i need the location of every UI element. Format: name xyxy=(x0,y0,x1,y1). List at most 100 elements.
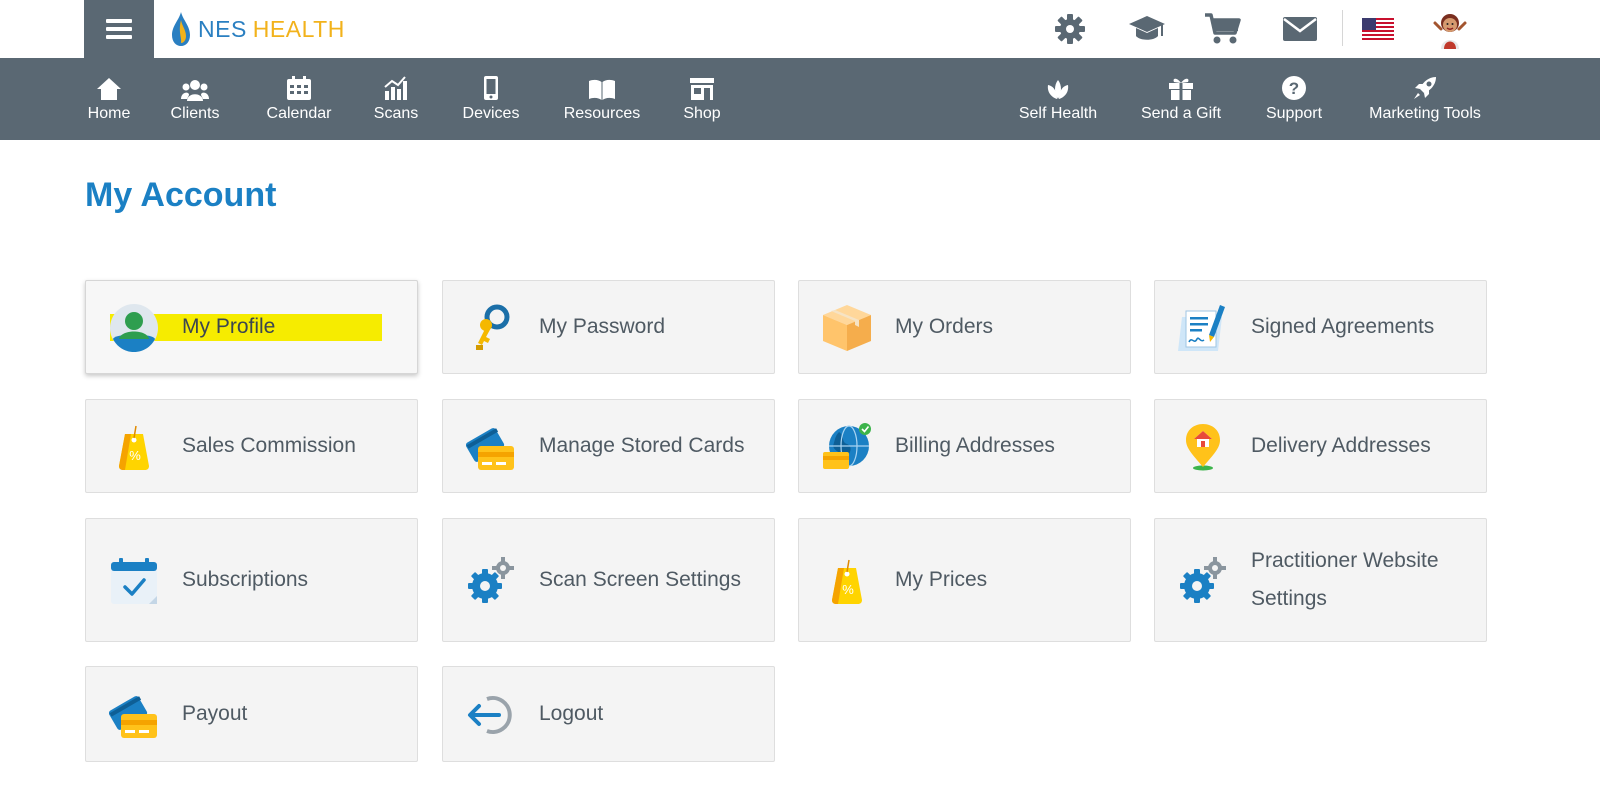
nav-label: Calendar xyxy=(266,105,332,122)
tile-label: My Orders xyxy=(895,315,994,338)
box-icon xyxy=(821,302,873,354)
main-nav: Home Clients Calendar Scans Devices Reso… xyxy=(0,58,1600,140)
profile-menu-button[interactable] xyxy=(1430,11,1470,49)
tile-label: My Prices xyxy=(895,568,988,591)
graduation-cap-icon xyxy=(1129,16,1165,40)
avatar xyxy=(1433,14,1467,49)
nav-label: Scans xyxy=(373,105,419,122)
nav-label: Resources xyxy=(563,105,641,122)
tile-label: Logout xyxy=(539,702,604,725)
tile-scan-screen-settings[interactable]: Scan Screen Settings xyxy=(442,518,775,642)
credit-cards-icon xyxy=(108,689,160,741)
tile-label: Scan Screen Settings xyxy=(539,568,741,591)
nav-scans[interactable]: Scans xyxy=(372,58,420,140)
tile-billing-addresses[interactable]: Billing Addresses xyxy=(798,399,1131,493)
tile-payout[interactable]: Payout xyxy=(85,666,418,762)
nav-label: Marketing Tools xyxy=(1369,105,1481,122)
top-divider xyxy=(1342,10,1343,46)
tile-label: Manage Stored Cards xyxy=(539,434,745,457)
signed-document-icon xyxy=(1177,302,1229,354)
tile-my-prices[interactable]: % My Prices xyxy=(798,518,1131,642)
nav-shop[interactable]: Shop xyxy=(681,58,723,140)
profile-icon xyxy=(108,302,160,354)
nav-self-health[interactable]: Self Health xyxy=(1016,58,1100,140)
keys-icon xyxy=(465,302,517,354)
price-tag-icon: % xyxy=(108,421,160,473)
tile-label: Subscriptions xyxy=(182,568,309,591)
nav-home[interactable]: Home xyxy=(86,58,132,140)
svg-text:%: % xyxy=(842,582,854,597)
nav-support[interactable]: ? Support xyxy=(1262,58,1326,140)
cart-icon xyxy=(1205,13,1241,44)
messages-button[interactable] xyxy=(1280,11,1320,47)
tile-my-password[interactable]: My Password xyxy=(442,280,775,374)
tile-label: Practitioner Website Settings xyxy=(1251,549,1439,610)
tile-my-profile[interactable]: My Profile xyxy=(85,280,418,374)
scans-icon xyxy=(384,76,407,100)
tile-label: Sales Commission xyxy=(182,434,356,457)
language-button[interactable] xyxy=(1358,11,1398,47)
tile-practitioner-website-settings[interactable]: Practitioner Website Settings xyxy=(1154,518,1487,642)
nav-resources[interactable]: Resources xyxy=(561,58,643,140)
calendar-icon xyxy=(287,76,311,100)
tile-subscriptions[interactable]: Subscriptions xyxy=(85,518,418,642)
gift-icon xyxy=(1169,78,1193,100)
tile-my-orders[interactable]: My Orders xyxy=(798,280,1131,374)
gear-icon xyxy=(1055,14,1085,44)
tile-label: Payout xyxy=(182,702,248,725)
gears-icon xyxy=(1177,555,1229,607)
tile-logout[interactable]: Logout xyxy=(442,666,775,762)
drop-icon xyxy=(172,12,190,46)
lotus-icon xyxy=(1047,80,1069,99)
brand-name: NES xyxy=(198,15,247,42)
tile-delivery-addresses[interactable]: Delivery Addresses xyxy=(1154,399,1487,493)
tile-label: Delivery Addresses xyxy=(1251,434,1431,457)
nav-send-gift[interactable]: Send a Gift xyxy=(1138,58,1224,140)
training-button[interactable] xyxy=(1127,11,1167,47)
svg-text:%: % xyxy=(129,448,141,463)
tile-label: Billing Addresses xyxy=(895,434,1055,457)
rocket-icon xyxy=(1414,77,1436,99)
book-icon xyxy=(589,79,615,100)
price-tag-icon: % xyxy=(821,555,873,607)
logo[interactable]: NES HEALTH xyxy=(170,9,345,49)
nav-calendar[interactable]: Calendar xyxy=(264,58,334,140)
settings-button[interactable] xyxy=(1050,11,1090,47)
cart-button[interactable] xyxy=(1203,11,1243,47)
top-bar: NES HEALTH xyxy=(0,0,1600,58)
logout-icon xyxy=(465,689,517,741)
nav-label: Devices xyxy=(462,105,520,122)
hamburger-icon xyxy=(106,19,132,39)
tile-label: My Profile xyxy=(182,315,276,338)
tile-sales-commission[interactable]: % Sales Commission xyxy=(85,399,418,493)
nav-label: Send a Gift xyxy=(1140,105,1222,122)
location-pin-icon xyxy=(1177,421,1229,473)
svg-text:?: ? xyxy=(1289,79,1299,98)
home-icon xyxy=(97,78,121,100)
nav-label: Shop xyxy=(683,105,721,122)
clients-icon xyxy=(181,80,209,101)
us-flag-icon xyxy=(1362,18,1394,40)
credit-cards-icon xyxy=(465,421,517,473)
nav-label: Clients xyxy=(170,105,220,122)
brand-name-health: HEALTH xyxy=(252,15,345,42)
question-icon: ? xyxy=(1282,76,1306,100)
nav-label: Support xyxy=(1265,105,1323,122)
nav-marketing-tools[interactable]: Marketing Tools xyxy=(1364,58,1486,140)
calendar-check-icon xyxy=(108,555,160,607)
shop-icon xyxy=(690,78,714,100)
menu-button[interactable] xyxy=(84,0,154,58)
device-icon xyxy=(484,76,498,100)
nav-label: Self Health xyxy=(1018,105,1098,122)
globe-card-icon xyxy=(821,421,873,473)
mail-icon xyxy=(1283,17,1317,41)
tile-signed-agreements[interactable]: Signed Agreements xyxy=(1154,280,1487,374)
nav-clients[interactable]: Clients xyxy=(168,58,222,140)
nav-label: Home xyxy=(87,105,131,122)
tile-label: Signed Agreements xyxy=(1251,315,1435,338)
nav-devices[interactable]: Devices xyxy=(460,58,522,140)
tile-manage-stored-cards[interactable]: Manage Stored Cards xyxy=(442,399,775,493)
tile-label: My Password xyxy=(539,315,666,338)
page-title: My Account xyxy=(85,176,277,214)
gears-icon xyxy=(465,555,517,607)
